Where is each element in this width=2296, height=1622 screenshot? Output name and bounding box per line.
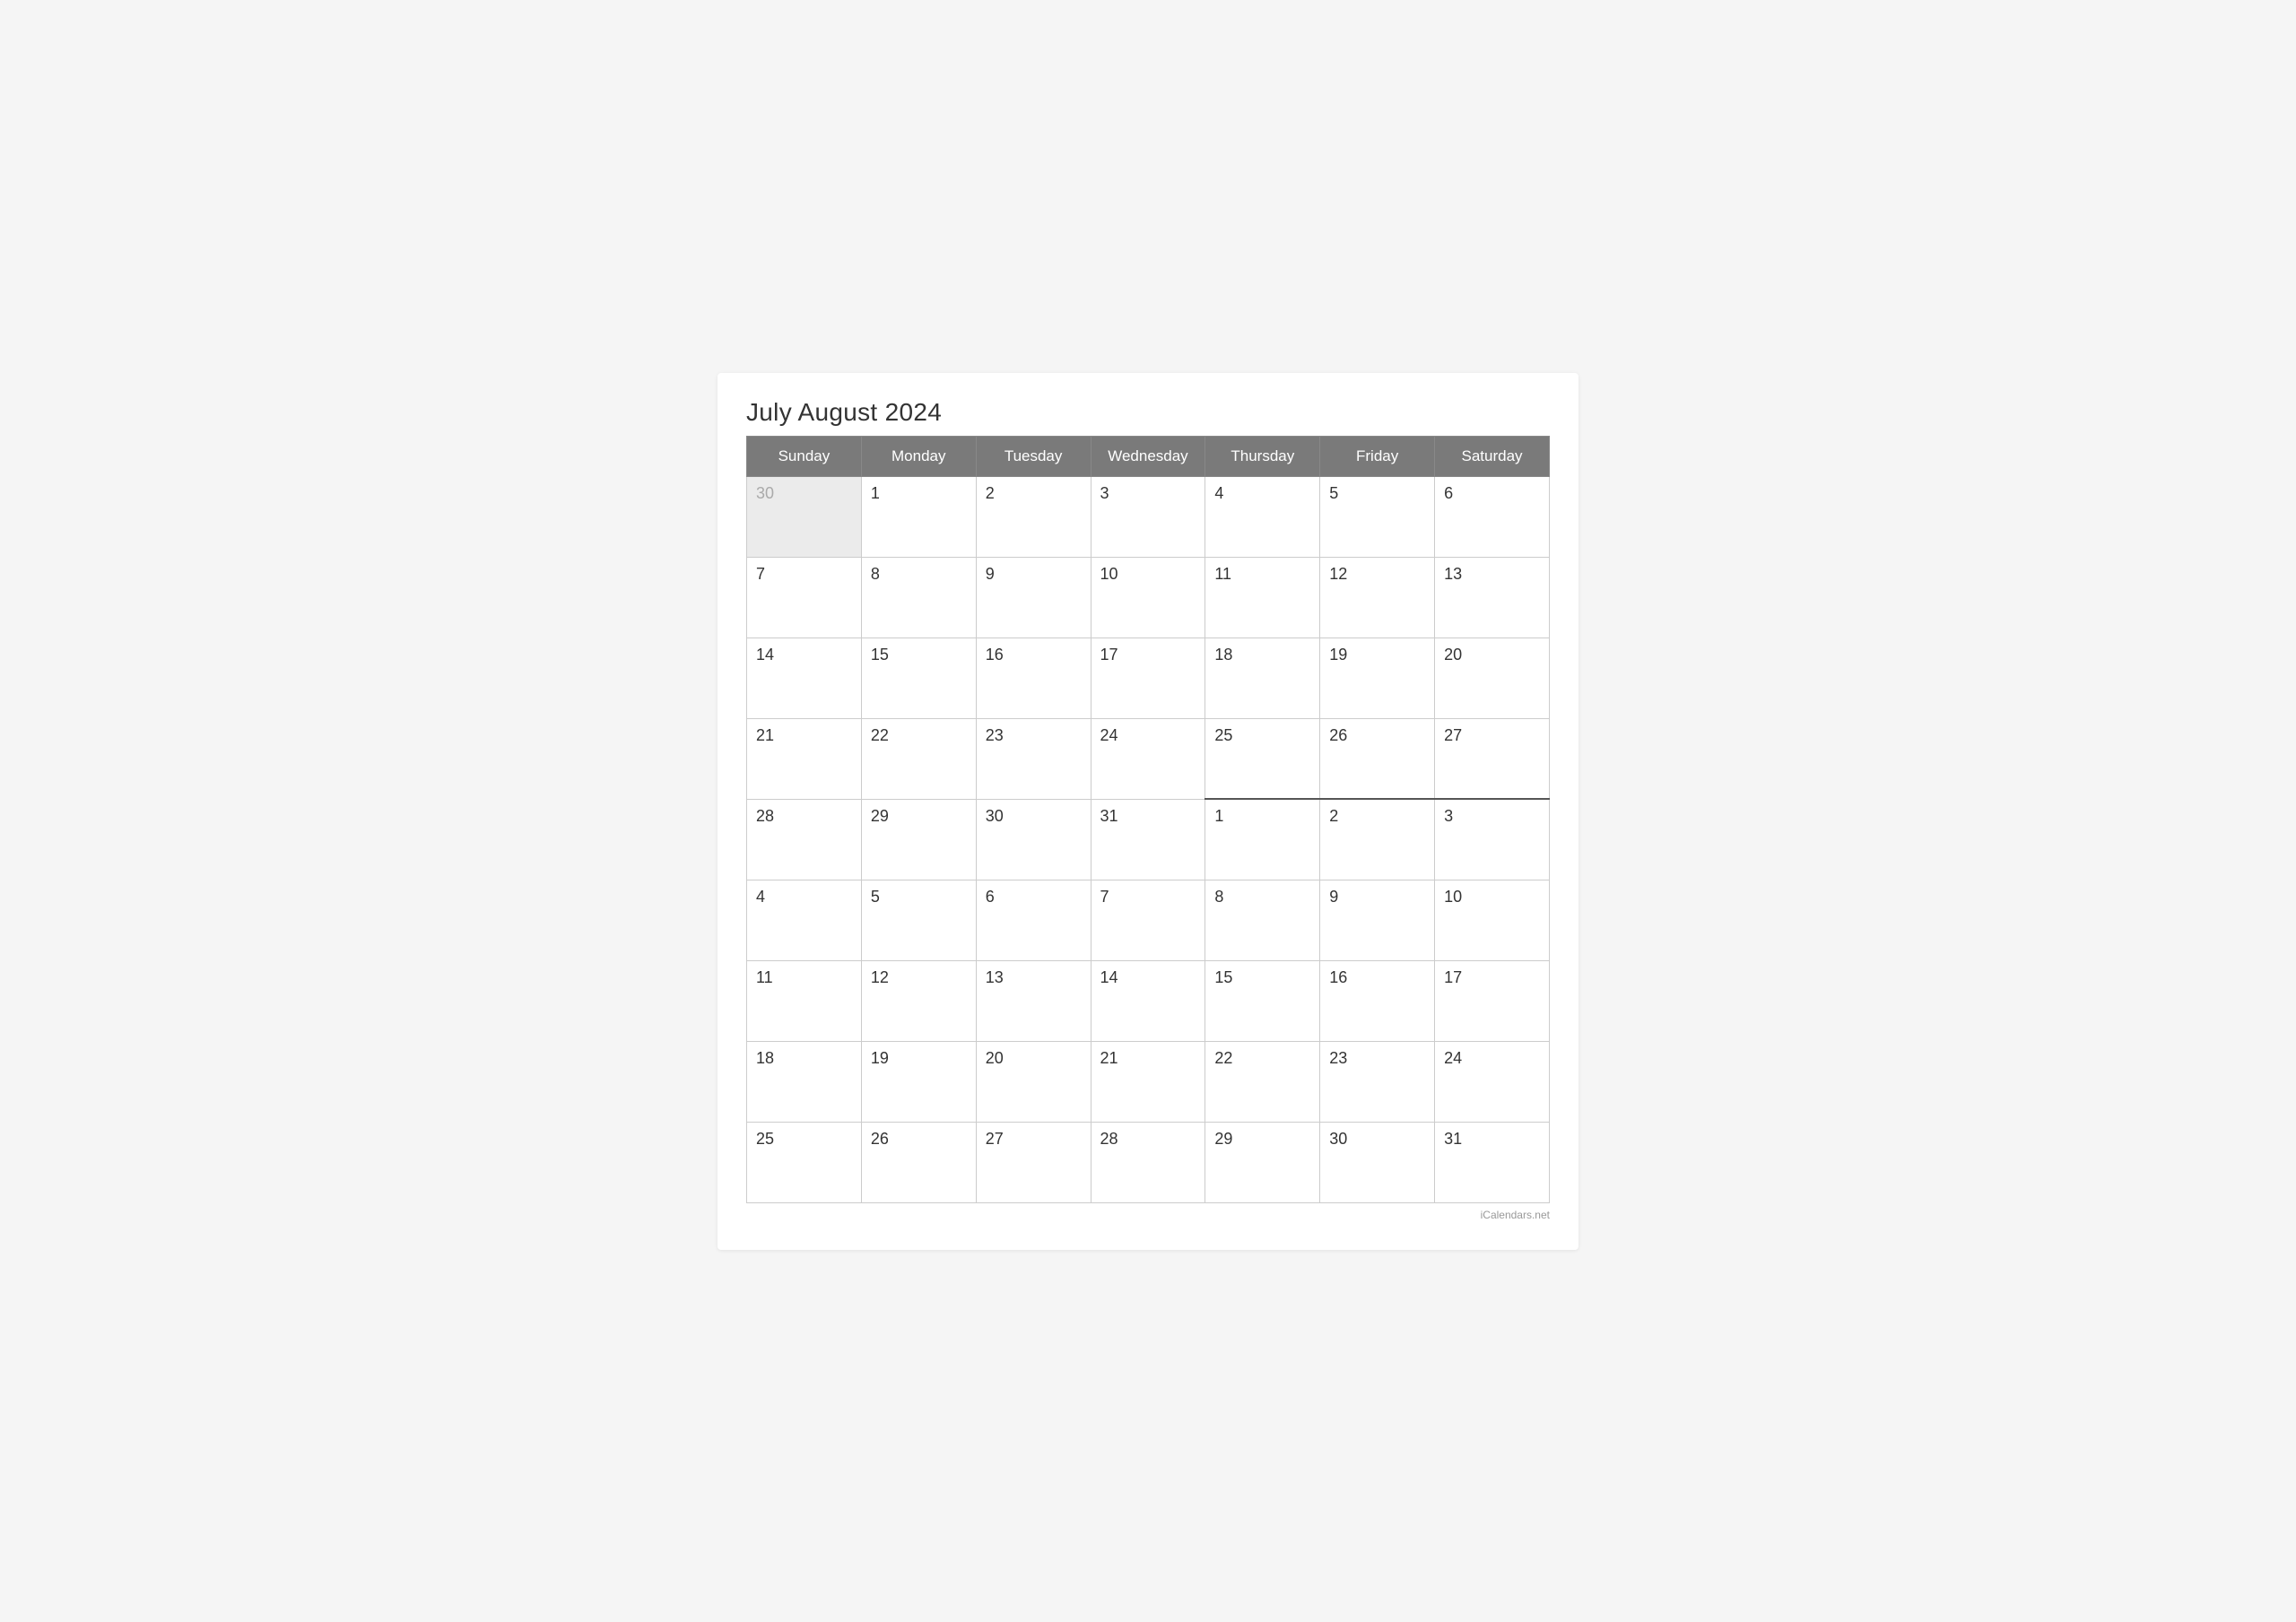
header-day-thursday: Thursday: [1205, 436, 1320, 476]
calendar-cell: 28: [747, 799, 862, 880]
calendar-cell: 20: [976, 1041, 1091, 1122]
calendar-cell: 3: [1091, 476, 1205, 557]
calendar-cell: 15: [861, 638, 976, 718]
calendar-row: 45678910: [747, 880, 1550, 960]
calendar-cell: 14: [1091, 960, 1205, 1041]
calendar-cell: 4: [1205, 476, 1320, 557]
calendar-cell: 2: [976, 476, 1091, 557]
calendar-cell: 24: [1435, 1041, 1550, 1122]
calendar-cell: 31: [1435, 1122, 1550, 1202]
calendar-row: 14151617181920: [747, 638, 1550, 718]
calendar-cell: 18: [747, 1041, 862, 1122]
calendar-cell: 26: [1320, 718, 1435, 799]
calendar-cell: 3: [1435, 799, 1550, 880]
calendar-cell: 6: [1435, 476, 1550, 557]
calendar-cell: 10: [1435, 880, 1550, 960]
footer-text: iCalendars.net: [1481, 1209, 1550, 1221]
calendar-cell: 29: [861, 799, 976, 880]
calendar-cell: 1: [1205, 799, 1320, 880]
calendar-cell: 20: [1435, 638, 1550, 718]
calendar-cell: 16: [1320, 960, 1435, 1041]
calendar-cell: 8: [1205, 880, 1320, 960]
calendar-cell: 12: [1320, 557, 1435, 638]
calendar-row: 30123456: [747, 476, 1550, 557]
calendar-cell: 29: [1205, 1122, 1320, 1202]
calendar-cell: 25: [1205, 718, 1320, 799]
calendar-cell: 23: [976, 718, 1091, 799]
calendar-cell: 30: [747, 476, 862, 557]
calendar-container: July August 2024 SundayMondayTuesdayWedn…: [718, 373, 1578, 1250]
calendar-cell: 7: [747, 557, 862, 638]
calendar-title: July August 2024: [746, 398, 1550, 427]
calendar-cell: 19: [861, 1041, 976, 1122]
calendar-cell: 17: [1091, 638, 1205, 718]
header-day-saturday: Saturday: [1435, 436, 1550, 476]
calendar-row: 28293031123: [747, 799, 1550, 880]
calendar-row: 21222324252627: [747, 718, 1550, 799]
calendar-cell: 31: [1091, 799, 1205, 880]
calendar-cell: 22: [861, 718, 976, 799]
calendar-cell: 13: [1435, 557, 1550, 638]
calendar-cell: 30: [976, 799, 1091, 880]
calendar-cell: 21: [1091, 1041, 1205, 1122]
calendar-cell: 2: [1320, 799, 1435, 880]
calendar-cell: 28: [1091, 1122, 1205, 1202]
header-day-sunday: Sunday: [747, 436, 862, 476]
calendar-row: 18192021222324: [747, 1041, 1550, 1122]
calendar-table: SundayMondayTuesdayWednesdayThursdayFrid…: [746, 436, 1550, 1203]
calendar-cell: 11: [1205, 557, 1320, 638]
calendar-cell: 27: [976, 1122, 1091, 1202]
calendar-row: 25262728293031: [747, 1122, 1550, 1202]
calendar-cell: 22: [1205, 1041, 1320, 1122]
calendar-cell: 25: [747, 1122, 862, 1202]
header-day-wednesday: Wednesday: [1091, 436, 1205, 476]
calendar-cell: 9: [1320, 880, 1435, 960]
calendar-cell: 10: [1091, 557, 1205, 638]
calendar-cell: 7: [1091, 880, 1205, 960]
calendar-cell: 21: [747, 718, 862, 799]
calendar-cell: 9: [976, 557, 1091, 638]
calendar-cell: 5: [861, 880, 976, 960]
calendar-cell: 26: [861, 1122, 976, 1202]
calendar-row: 78910111213: [747, 557, 1550, 638]
calendar-cell: 13: [976, 960, 1091, 1041]
calendar-cell: 11: [747, 960, 862, 1041]
header-day-tuesday: Tuesday: [976, 436, 1091, 476]
calendar-cell: 16: [976, 638, 1091, 718]
calendar-cell: 15: [1205, 960, 1320, 1041]
calendar-cell: 23: [1320, 1041, 1435, 1122]
footer: iCalendars.net: [746, 1209, 1550, 1221]
calendar-cell: 6: [976, 880, 1091, 960]
calendar-cell: 18: [1205, 638, 1320, 718]
calendar-row: 11121314151617: [747, 960, 1550, 1041]
calendar-cell: 14: [747, 638, 862, 718]
calendar-cell: 17: [1435, 960, 1550, 1041]
header-row: SundayMondayTuesdayWednesdayThursdayFrid…: [747, 436, 1550, 476]
calendar-cell: 24: [1091, 718, 1205, 799]
calendar-cell: 5: [1320, 476, 1435, 557]
calendar-cell: 4: [747, 880, 862, 960]
calendar-cell: 8: [861, 557, 976, 638]
header-day-monday: Monday: [861, 436, 976, 476]
calendar-cell: 27: [1435, 718, 1550, 799]
header-day-friday: Friday: [1320, 436, 1435, 476]
calendar-cell: 19: [1320, 638, 1435, 718]
calendar-cell: 1: [861, 476, 976, 557]
calendar-cell: 30: [1320, 1122, 1435, 1202]
calendar-cell: 12: [861, 960, 976, 1041]
